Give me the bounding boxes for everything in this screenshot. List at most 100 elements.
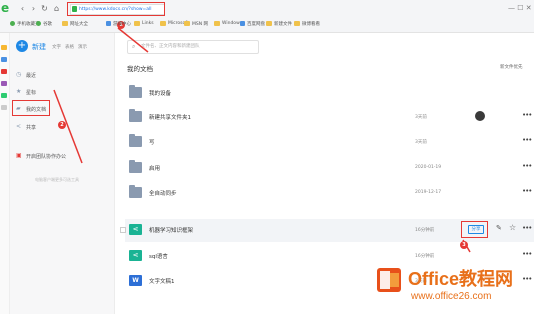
file-row[interactable]: 全自动同步 2019-12-17 ••• bbox=[125, 182, 534, 205]
folder-icon bbox=[129, 185, 142, 198]
sidebar: + 新建 文字 表格 演示 ◷ 最近 ★ 星标 ▰ 我的文档 2 < 共享 ▣ … bbox=[10, 33, 115, 314]
bookmark-label: 新建文件 bbox=[274, 21, 292, 27]
home-icon[interactable]: ⌂ bbox=[52, 4, 61, 13]
watermark: Office教程网 www.office26.com bbox=[375, 263, 534, 314]
bookmark-item[interactable]: 网址大全 bbox=[62, 19, 88, 28]
more-icon[interactable]: ••• bbox=[522, 250, 532, 258]
folder-icon bbox=[266, 21, 272, 26]
bookmark-item[interactable]: 游戏中心 bbox=[106, 19, 131, 28]
star-icon: ★ bbox=[16, 88, 22, 95]
my-docs-highlight bbox=[12, 100, 50, 116]
new-sheet-link[interactable]: 表格 bbox=[65, 44, 74, 50]
folder-icon bbox=[129, 134, 142, 147]
watermark-url: www.office26.com bbox=[411, 291, 492, 302]
bookmark-label: 网址大全 bbox=[70, 21, 88, 27]
office-logo-icon bbox=[377, 268, 401, 292]
address-highlight bbox=[67, 2, 165, 16]
sidebar-item-recent[interactable]: ◷ 最近 bbox=[16, 70, 36, 80]
file-name[interactable]: 新建共享文件夹1 bbox=[149, 113, 191, 121]
sidebar-item-team[interactable]: ▣ 开启团队协作办公 bbox=[16, 151, 66, 161]
mindmap-icon: ⋖ bbox=[129, 250, 142, 261]
file-name[interactable]: 我的设备 bbox=[149, 89, 171, 97]
row-checkbox[interactable] bbox=[120, 227, 126, 233]
file-time: 16分钟前 bbox=[415, 254, 435, 259]
new-slide-link[interactable]: 演示 bbox=[78, 44, 87, 50]
bookmark-item[interactable]: 谷歌 bbox=[36, 19, 52, 28]
folder-icon bbox=[129, 160, 142, 173]
sidebar-item-label: 最近 bbox=[26, 72, 37, 79]
file-name[interactable]: 写 bbox=[149, 138, 155, 146]
browser-toolbar: e ‹ › ↻ ⌂ https://www.kdocs.cn/?show=all… bbox=[0, 0, 534, 33]
more-icon[interactable]: ••• bbox=[522, 187, 532, 195]
bookmark-label: 百度网盘 bbox=[247, 21, 265, 27]
search-placeholder: 文件名、正文内容和新建团队 bbox=[141, 44, 200, 49]
file-name[interactable]: 机器学习知识框架 bbox=[149, 226, 193, 234]
bookmark-item[interactable]: MSN 网 bbox=[184, 19, 208, 28]
avatar bbox=[475, 111, 485, 121]
folder-icon bbox=[240, 21, 245, 26]
bookmark-item[interactable]: 百度网盘 bbox=[240, 19, 265, 28]
folder-icon bbox=[160, 21, 166, 26]
globe-icon bbox=[36, 21, 41, 26]
file-row[interactable]: 写 3天前 ••• bbox=[125, 131, 534, 154]
file-time: 3天前 bbox=[415, 140, 427, 145]
share-icon: < bbox=[16, 123, 22, 130]
window: e ‹ › ↻ ⌂ https://www.kdocs.cn/?show=all… bbox=[0, 0, 534, 314]
app-icon[interactable] bbox=[1, 69, 7, 74]
edit-icon[interactable]: ✎ bbox=[496, 224, 502, 232]
file-name[interactable]: 启用 bbox=[149, 164, 160, 172]
file-row[interactable]: 我的设备 bbox=[125, 82, 534, 105]
refresh-icon[interactable]: ↻ bbox=[40, 4, 49, 13]
more-icon[interactable]: ••• bbox=[522, 111, 532, 119]
file-row[interactable]: 新建共享文件夹1 3天前 ••• bbox=[125, 106, 534, 129]
folder-icon bbox=[62, 21, 68, 26]
folder-icon bbox=[184, 21, 190, 26]
star-icon[interactable]: ☆ bbox=[509, 223, 516, 232]
search-input[interactable]: ⌕ 文件名、正文内容和新建团队 bbox=[127, 40, 259, 54]
folder-icon bbox=[134, 21, 140, 26]
folder-icon bbox=[294, 21, 300, 26]
app-icon[interactable] bbox=[1, 57, 7, 62]
new-types: 文字 表格 演示 bbox=[52, 44, 87, 50]
more-icon[interactable]: ••• bbox=[522, 224, 532, 232]
more-icon[interactable]: ••• bbox=[522, 162, 532, 170]
sidebar-item-label: 开启团队协作办公 bbox=[26, 153, 67, 160]
new-button[interactable]: + bbox=[16, 40, 28, 52]
app-icon[interactable] bbox=[1, 81, 7, 86]
share-highlight bbox=[461, 221, 488, 238]
sidebar-item-label: 共享 bbox=[26, 124, 37, 131]
sort-dropdown[interactable]: 新文件优先 bbox=[500, 64, 523, 70]
bookmark-label: Links bbox=[142, 21, 154, 26]
file-name[interactable]: 全自动同步 bbox=[149, 189, 177, 197]
step-badge-2: 2 bbox=[58, 121, 66, 129]
app-icon[interactable] bbox=[1, 105, 7, 110]
file-row[interactable]: 启用 2020-01-19 ••• bbox=[125, 157, 534, 180]
new-label[interactable]: 新建 bbox=[32, 42, 46, 52]
file-row[interactable]: ⋖ 机器学习知识框架 16分钟前 分享 ✎ ☆ ••• bbox=[120, 219, 534, 242]
sidebar-footer: 电脑客户端更多可选工具 bbox=[35, 177, 79, 182]
file-time: 16分钟前 bbox=[415, 228, 435, 233]
window-controls[interactable]: — ☐ ✕ bbox=[508, 4, 532, 12]
more-icon[interactable]: ••• bbox=[522, 136, 532, 144]
sidebar-item-starred[interactable]: ★ 星标 bbox=[16, 87, 36, 97]
app-icon[interactable] bbox=[1, 93, 7, 98]
bookmark-item[interactable]: 新建文件 bbox=[266, 19, 292, 28]
new-doc-link[interactable]: 文字 bbox=[52, 44, 61, 50]
watermark-brand: Office教程网 bbox=[408, 269, 514, 289]
bookmark-item[interactable]: Windows bbox=[214, 19, 242, 28]
sidebar-item-shared[interactable]: < 共享 bbox=[16, 122, 36, 132]
file-name[interactable]: 文字文稿1 bbox=[149, 277, 175, 285]
back-icon[interactable]: ‹ bbox=[18, 4, 27, 13]
folder-icon bbox=[214, 21, 220, 26]
shared-folder-icon bbox=[129, 109, 142, 122]
bookmark-item[interactable]: 微博看看 bbox=[294, 19, 320, 28]
file-time: 3天前 bbox=[415, 115, 427, 120]
clock-icon: ◷ bbox=[16, 71, 22, 78]
file-name[interactable]: sql语言 bbox=[149, 252, 168, 260]
folder-icon bbox=[106, 21, 111, 26]
folder-icon bbox=[129, 85, 142, 98]
app-icon[interactable] bbox=[1, 45, 7, 50]
forward-icon[interactable]: › bbox=[29, 4, 38, 13]
bookmark-item[interactable]: Links bbox=[134, 19, 154, 28]
search-icon: ⌕ bbox=[132, 43, 136, 50]
